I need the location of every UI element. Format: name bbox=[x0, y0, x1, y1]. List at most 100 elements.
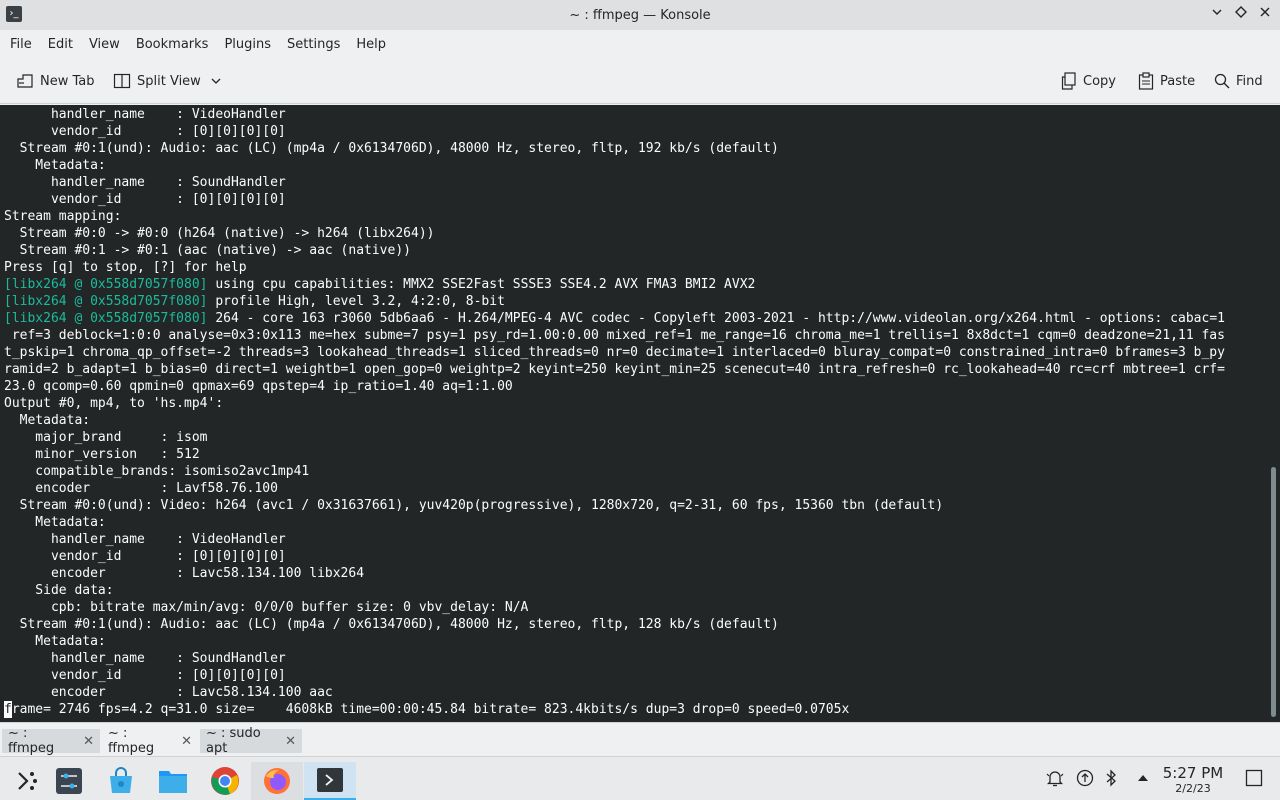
log-text: Stream #0:0(und): Video: h264 (avc1 / 0x… bbox=[4, 498, 944, 513]
log-text: t_pskip=1 chroma_qp_offset=-2 threads=3 … bbox=[4, 345, 1225, 360]
menu-help[interactable]: Help bbox=[348, 37, 394, 52]
text-cursor: f bbox=[4, 701, 12, 718]
new-tab-label: New Tab bbox=[40, 73, 95, 89]
log-text: major_brand : isom bbox=[4, 430, 208, 445]
maximize-icon[interactable] bbox=[1232, 6, 1250, 24]
log-text: compatible_brands: isomiso2avc1mp41 bbox=[4, 464, 310, 479]
konsole-icon[interactable] bbox=[304, 762, 356, 800]
tray-expand-icon[interactable] bbox=[1133, 768, 1153, 788]
tab-ffmpeg-1[interactable]: ~ : ffmpeg ✕ bbox=[2, 726, 100, 756]
tab-bar: ~ : ffmpeg ✕ ~ : ffmpeg ✕ ~ : sudo apt ✕ bbox=[0, 722, 1280, 756]
volume-icon[interactable] bbox=[1105, 768, 1125, 788]
paste-button[interactable]: Paste bbox=[1138, 70, 1195, 92]
firefox-icon[interactable] bbox=[251, 762, 303, 800]
log-text: ref=3 deblock=1:0:0 analyse=0x3:0x113 me… bbox=[4, 328, 1225, 343]
terminal-line: vendor_id : [0][0][0][0] bbox=[4, 191, 1266, 208]
terminal-line: handler_name : VideoHandler bbox=[4, 106, 1266, 123]
terminal-line: minor_version : 512 bbox=[4, 446, 1266, 463]
menu-bookmarks[interactable]: Bookmarks bbox=[128, 37, 217, 52]
copy-button[interactable]: Copy bbox=[1061, 70, 1116, 92]
tab-sudo-apt[interactable]: ~ : sudo apt ✕ bbox=[200, 726, 302, 756]
log-tag: [libx264 @ 0x558d7057f080] bbox=[4, 277, 208, 292]
log-text: Metadata: bbox=[4, 413, 91, 428]
search-icon bbox=[1214, 73, 1230, 89]
close-tab-icon[interactable]: ✕ bbox=[181, 734, 192, 749]
close-tab-icon[interactable]: ✕ bbox=[285, 734, 296, 749]
terminal-line: vendor_id : [0][0][0][0] bbox=[4, 123, 1266, 140]
terminal-line: handler_name : VideoHandler bbox=[4, 531, 1266, 548]
log-text: vendor_id : [0][0][0][0] bbox=[4, 192, 286, 207]
log-text: handler_name : VideoHandler bbox=[4, 532, 286, 547]
log-text: Stream #0:1(und): Audio: aac (LC) (mp4a … bbox=[4, 141, 779, 156]
log-text: ramid=2 b_adapt=1 b_bias=0 direct=1 weig… bbox=[4, 362, 1225, 377]
minimize-icon[interactable] bbox=[1208, 6, 1226, 24]
terminal-line: handler_name : SoundHandler bbox=[4, 174, 1266, 191]
terminal-line: Side data: bbox=[4, 582, 1266, 599]
chrome-icon[interactable] bbox=[199, 762, 251, 800]
terminal-line: major_brand : isom bbox=[4, 429, 1266, 446]
discover-icon[interactable] bbox=[95, 762, 147, 800]
log-text: Stream mapping: bbox=[4, 209, 122, 224]
terminal-line: encoder : Lavc58.134.100 libx264 bbox=[4, 565, 1266, 582]
system-settings-icon[interactable] bbox=[43, 762, 95, 800]
menu-file[interactable]: File bbox=[2, 37, 40, 52]
terminal-line: t_pskip=1 chroma_qp_offset=-2 threads=3 … bbox=[4, 344, 1266, 361]
copy-label: Copy bbox=[1083, 73, 1116, 89]
log-text: Stream #0:1(und): Audio: aac (LC) (mp4a … bbox=[4, 617, 779, 632]
terminal-line: Metadata: bbox=[4, 633, 1266, 650]
log-text: handler_name : VideoHandler bbox=[4, 107, 286, 122]
new-tab-button[interactable]: New Tab bbox=[16, 70, 95, 92]
status-text: rame= 2746 fps=4.2 q=31.0 size= 4608kB t… bbox=[11, 702, 850, 717]
menu-settings[interactable]: Settings bbox=[279, 37, 348, 52]
log-text: Press [q] to stop, [?] for help bbox=[4, 260, 247, 275]
file-manager-icon[interactable] bbox=[147, 762, 199, 800]
log-text: Metadata: bbox=[4, 515, 106, 530]
updates-icon[interactable] bbox=[1075, 768, 1095, 788]
tab-label: ~ : ffmpeg bbox=[8, 726, 55, 756]
terminal-line: Stream #0:1(und): Audio: aac (LC) (mp4a … bbox=[4, 616, 1266, 633]
terminal-view[interactable]: handler_name : VideoHandler vendor_id : … bbox=[0, 105, 1266, 722]
terminal-line: Stream mapping: bbox=[4, 208, 1266, 225]
clock-time: 5:27 PM bbox=[1162, 764, 1224, 782]
toolbar: New Tab Split View Copy Paste Find bbox=[0, 58, 1280, 104]
log-text: handler_name : SoundHandler bbox=[4, 651, 286, 666]
log-text: Side data: bbox=[4, 583, 114, 598]
show-desktop-icon[interactable] bbox=[1244, 768, 1264, 788]
menu-edit[interactable]: Edit bbox=[40, 37, 81, 52]
log-text: Output #0, mp4, to 'hs.mp4': bbox=[4, 396, 224, 411]
log-text: vendor_id : [0][0][0][0] bbox=[4, 668, 286, 683]
tab-label: ~ : sudo apt bbox=[206, 726, 261, 756]
find-button[interactable]: Find bbox=[1214, 70, 1263, 92]
log-text: handler_name : SoundHandler bbox=[4, 175, 286, 190]
menu-plugins[interactable]: Plugins bbox=[216, 37, 279, 52]
terminal-line: Stream #0:1(und): Audio: aac (LC) (mp4a … bbox=[4, 140, 1266, 157]
terminal-line: Stream #0:0 -> #0:0 (h264 (native) -> h2… bbox=[4, 225, 1266, 242]
log-text: encoder : Lavf58.76.100 bbox=[4, 481, 278, 496]
scrollbar-thumb[interactable] bbox=[1271, 467, 1276, 717]
split-view-button[interactable]: Split View bbox=[113, 70, 227, 92]
terminal-line: [libx264 @ 0x558d7057f080] profile High,… bbox=[4, 293, 1266, 310]
paste-label: Paste bbox=[1160, 73, 1196, 89]
paste-icon bbox=[1138, 72, 1154, 90]
close-icon[interactable] bbox=[1256, 6, 1274, 24]
terminal-line: handler_name : SoundHandler bbox=[4, 650, 1266, 667]
menu-view[interactable]: View bbox=[81, 37, 128, 52]
clock[interactable]: 5:27 PM 2/2/23 bbox=[1160, 764, 1226, 795]
notifications-icon[interactable] bbox=[1045, 768, 1065, 788]
log-text: Stream #0:1 -> #0:1 (aac (native) -> aac… bbox=[4, 243, 411, 258]
terminal-line: Stream #0:0(und): Video: h264 (avc1 / 0x… bbox=[4, 497, 1266, 514]
close-tab-icon[interactable]: ✕ bbox=[83, 734, 94, 749]
konsole-icon: ›_ bbox=[6, 6, 22, 22]
terminal-line: 23.0 qcomp=0.60 qpmin=0 qpmax=69 qpstep=… bbox=[4, 378, 1266, 395]
terminal-line: [libx264 @ 0x558d7057f080] 264 - core 16… bbox=[4, 310, 1266, 327]
tab-ffmpeg-2[interactable]: ~ : ffmpeg ✕ bbox=[102, 726, 198, 756]
terminal-line: Metadata: bbox=[4, 157, 1266, 174]
terminal-line: Press [q] to stop, [?] for help bbox=[4, 259, 1266, 276]
log-text: 23.0 qcomp=0.60 qpmin=0 qpmax=69 qpstep=… bbox=[4, 379, 513, 394]
terminal-line: Metadata: bbox=[4, 412, 1266, 429]
terminal-scrollbar[interactable] bbox=[1266, 105, 1280, 722]
log-text: Metadata: bbox=[4, 158, 106, 173]
log-text: cpb: bitrate max/min/avg: 0/0/0 buffer s… bbox=[4, 600, 529, 615]
menu-bar: File Edit View Bookmarks Plugins Setting… bbox=[0, 30, 1280, 58]
terminal-line: vendor_id : [0][0][0][0] bbox=[4, 548, 1266, 565]
